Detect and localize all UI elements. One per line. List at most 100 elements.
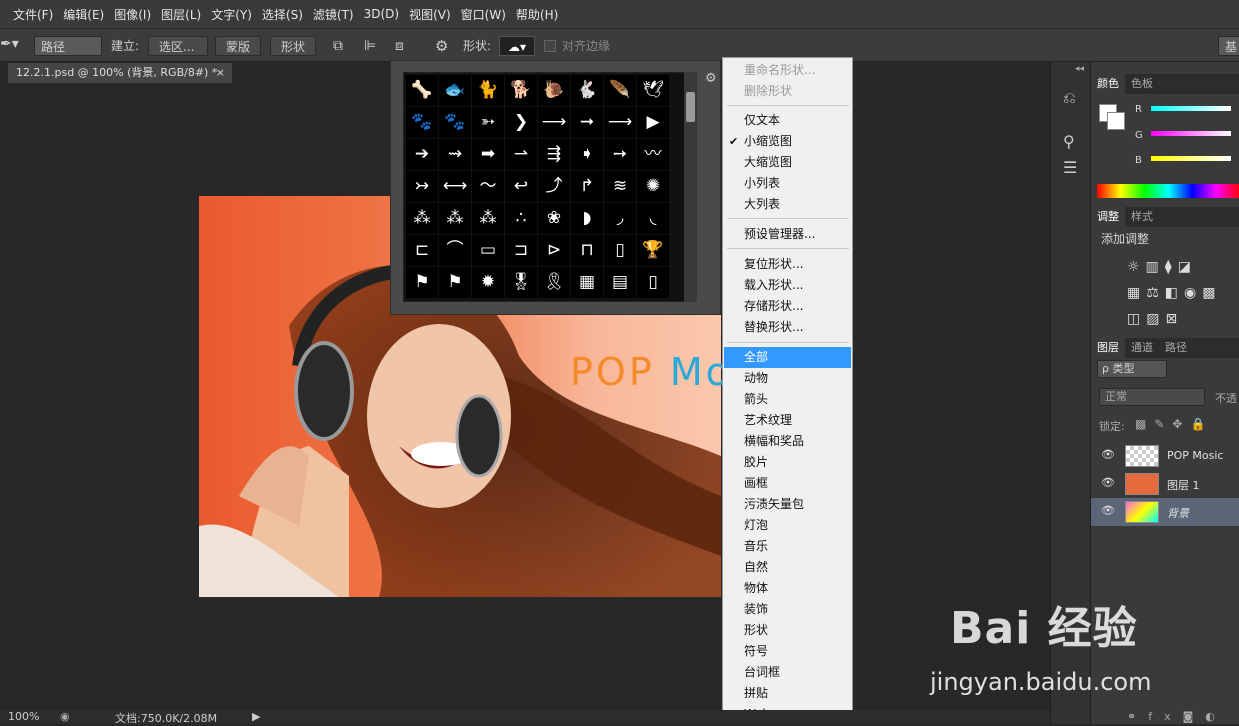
play-icon[interactable]: ▶ <box>252 710 260 723</box>
menu-item-nature[interactable]: 自然 <box>724 557 851 578</box>
lock-icons[interactable]: ▩✎✥🔒 <box>1135 417 1213 431</box>
menu-item-preset-manager[interactable]: 预设管理器... <box>724 224 851 245</box>
shape-preset[interactable]: ⊏ <box>406 235 438 266</box>
menu-3[interactable]: 图层(L) <box>161 6 201 23</box>
shape-preset[interactable]: ❯ <box>505 107 537 138</box>
shape-preset[interactable]: ◟ <box>637 203 669 234</box>
menu-item-small-thumb[interactable]: ✔ 小缩览图 <box>724 131 851 152</box>
shape-preset[interactable]: 〜 <box>472 171 504 202</box>
tab-channels[interactable]: 通道 <box>1125 338 1159 358</box>
shape-preset[interactable]: 🎗 <box>538 267 570 298</box>
background-color[interactable] <box>1107 112 1125 130</box>
shape-preset[interactable]: ⌒ <box>439 235 471 266</box>
brush-icon[interactable]: ⚲ <box>1063 132 1075 151</box>
menu-item-shapes[interactable]: 形状 <box>724 620 851 641</box>
shape-preset[interactable]: ⟶ <box>538 107 570 138</box>
shape-preset[interactable]: ◗ <box>571 203 603 234</box>
menu-7[interactable]: 3D(D) <box>364 7 399 21</box>
arrange-icon[interactable]: ⧈ <box>395 36 404 56</box>
menu-item-delete[interactable]: 删除形状 <box>724 81 851 102</box>
path-ops-icon[interactable]: ⧉ <box>333 36 343 56</box>
align-edges-checkbox[interactable] <box>544 40 556 52</box>
tab-color[interactable]: 颜色 <box>1091 74 1125 94</box>
shape-preset[interactable]: 〰 <box>637 139 669 170</box>
r-slider[interactable] <box>1151 106 1231 111</box>
tab-adjustments[interactable]: 调整 <box>1091 207 1125 227</box>
mode-select[interactable]: 路径 <box>34 36 102 56</box>
shape-preset[interactable]: ↱ <box>571 171 603 202</box>
menu-0[interactable]: 文件(F) <box>13 6 53 23</box>
shape-preset[interactable]: ➧ <box>571 139 603 170</box>
menu-4[interactable]: 文字(Y) <box>211 6 252 23</box>
tab-layers[interactable]: 图层 <box>1091 338 1125 358</box>
menu-item-grime[interactable]: 污渍矢量包 <box>724 494 851 515</box>
tab-styles[interactable]: 样式 <box>1125 207 1159 227</box>
shape-preset[interactable]: 🐇 <box>571 75 603 106</box>
shape-button[interactable]: 形状 <box>270 36 317 56</box>
menu-item-film[interactable]: 胶片 <box>724 452 851 473</box>
shape-preset[interactable]: ⚑ <box>406 267 438 298</box>
layer-row[interactable]: 👁 图层 1 <box>1091 470 1239 498</box>
shape-preset[interactable]: ↩ <box>505 171 537 202</box>
shape-preset[interactable]: ➙ <box>604 139 636 170</box>
gear-icon[interactable]: ⚙ <box>705 71 717 86</box>
shape-preset[interactable]: ✺ <box>637 171 669 202</box>
zoom-level[interactable]: 100% <box>8 710 39 723</box>
shape-preset[interactable]: 🪶 <box>604 75 636 106</box>
shape-preset[interactable]: 🐈 <box>472 75 504 106</box>
shape-preset[interactable]: ≋ <box>604 171 636 202</box>
menu-item-frames[interactable]: 画框 <box>724 473 851 494</box>
shape-preset[interactable]: ⁂ <box>406 203 438 234</box>
shape-preset[interactable]: ✹ <box>472 267 504 298</box>
menu-5[interactable]: 选择(S) <box>262 6 303 23</box>
history-icon[interactable]: ⎌ <box>1063 88 1076 108</box>
shape-preset[interactable]: ⚑ <box>439 267 471 298</box>
menu-item-objects[interactable]: 物体 <box>724 578 851 599</box>
shape-preset[interactable]: ▯ <box>637 267 669 298</box>
menu-item-rename[interactable]: 重命名形状... <box>724 60 851 81</box>
pen-tool-icon[interactable]: ✒▾ <box>0 34 19 54</box>
eye-icon[interactable]: 👁 <box>1101 476 1115 489</box>
menu-item-ornaments[interactable]: 装饰 <box>724 599 851 620</box>
shape-preset[interactable]: ⟷ <box>439 171 471 202</box>
shape-preset[interactable]: ➞ <box>571 107 603 138</box>
layer-row[interactable]: 👁 POP Mosic <box>1091 442 1239 470</box>
layer-kind-filter[interactable]: ρ 类型 <box>1097 360 1167 378</box>
eye-icon[interactable]: 👁 <box>1101 448 1115 461</box>
shape-preset[interactable]: 🐌 <box>538 75 570 106</box>
shape-preset[interactable]: ▯ <box>604 235 636 266</box>
tab-swatches[interactable]: 色板 <box>1125 74 1159 94</box>
menu-8[interactable]: 视图(V) <box>409 6 451 23</box>
shape-preset[interactable]: ▤ <box>604 267 636 298</box>
shape-preset[interactable]: ∴ <box>505 203 537 234</box>
menu-item-animals[interactable]: 动物 <box>724 368 851 389</box>
menu-item-talk[interactable]: 台词框 <box>724 662 851 683</box>
sliders-icon[interactable]: ☰ <box>1063 158 1077 177</box>
gear-icon[interactable]: ⚙ <box>435 36 448 56</box>
menu-9[interactable]: 窗口(W) <box>461 6 506 23</box>
shape-preset[interactable]: 🐟 <box>439 75 471 106</box>
shape-preset[interactable]: ▶ <box>637 107 669 138</box>
menu-item-art[interactable]: 艺术纹理 <box>724 410 851 431</box>
shape-preset[interactable]: ⟶ <box>604 107 636 138</box>
menu-1[interactable]: 编辑(E) <box>63 6 104 23</box>
shape-preset[interactable]: ⇝ <box>439 139 471 170</box>
shape-preset[interactable]: ➡ <box>472 139 504 170</box>
shape-picker-button[interactable]: ☁▾ <box>499 36 535 56</box>
shape-preset[interactable]: 🎖 <box>505 267 537 298</box>
scroll-thumb[interactable] <box>686 92 695 122</box>
document-tab[interactable]: 12.2.1.psd @ 100% (背景, RGB/8#) * × <box>8 63 232 83</box>
menu-2[interactable]: 图像(I) <box>114 6 151 23</box>
g-slider[interactable] <box>1151 131 1231 136</box>
shape-preset[interactable]: ⇀ <box>505 139 537 170</box>
shape-preset[interactable]: 🏆 <box>637 235 669 266</box>
menu-item-save[interactable]: 存储形状... <box>724 296 851 317</box>
selection-button[interactable]: 选区... <box>148 36 208 56</box>
menu-item-large-list[interactable]: 大列表 <box>724 194 851 215</box>
mask-button[interactable]: 蒙版 <box>215 36 262 56</box>
shape-preset[interactable]: ↣ <box>406 171 438 202</box>
tab-paths[interactable]: 路径 <box>1159 338 1193 358</box>
menu-item-small-list[interactable]: 小列表 <box>724 173 851 194</box>
blend-mode-select[interactable]: 正常 <box>1099 388 1205 406</box>
menu-item-bulb[interactable]: 灯泡 <box>724 515 851 536</box>
